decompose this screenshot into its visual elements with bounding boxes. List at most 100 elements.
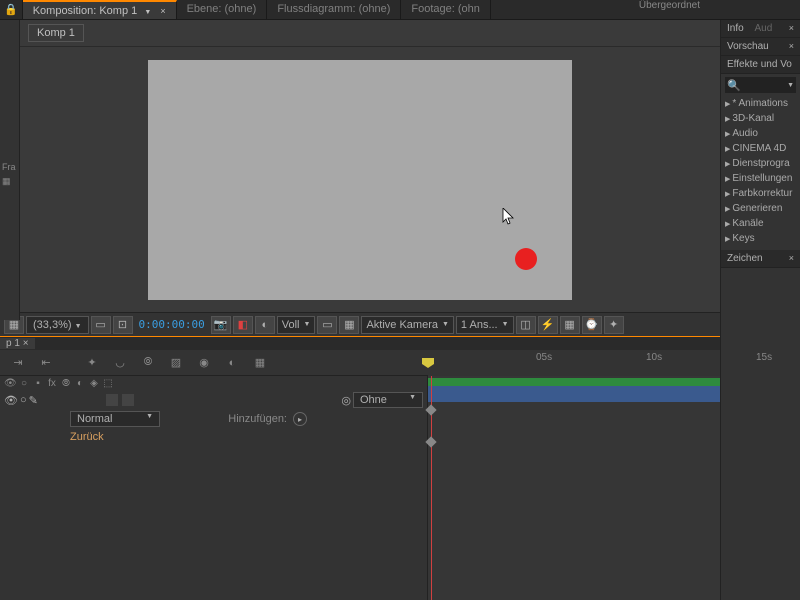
pen-icon[interactable]: ✎ — [29, 394, 38, 407]
category-kanale[interactable]: ▶Kanäle — [721, 216, 800, 231]
right-panels: Info× Aud Vorschau× Effekte und Vo 🔍▼ ▶*… — [720, 20, 800, 600]
category-animations[interactable]: ▶* Animations — [721, 96, 800, 111]
close-icon[interactable]: × — [160, 6, 165, 16]
close-icon[interactable]: × — [23, 338, 29, 349]
tab-footage[interactable]: Footage: (ohn — [401, 0, 491, 19]
composition-viewer[interactable] — [0, 47, 720, 312]
refresh-icon[interactable]: ✦ — [604, 316, 624, 334]
tool-blur-icon[interactable]: ⦾ — [138, 353, 158, 373]
time-ruler[interactable]: 05s 10s 15s — [428, 350, 720, 376]
tab-flowchart[interactable]: Flussdiagramm: (ohne) — [267, 0, 401, 19]
pickwhip-icon[interactable]: ◎ — [341, 394, 351, 407]
canvas[interactable] — [148, 60, 572, 300]
panel-effects[interactable]: Effekte und Vo — [721, 56, 800, 74]
timeline-tools: ⇥ ⇤ ✦ ◡ ⦾ ▨ ◉ ◐ ▦ 05s 10s 15s — [0, 350, 720, 376]
tool-shy-icon[interactable]: ◡ — [110, 353, 130, 373]
property-row[interactable]: Zurück — [0, 429, 427, 445]
tool-expand-icon[interactable]: ⇥ — [8, 353, 28, 373]
tool-motion-icon[interactable]: ◐ — [222, 353, 242, 373]
category-audio[interactable]: ▶Audio — [721, 126, 800, 141]
fast-icon[interactable]: ⚡ — [538, 316, 558, 334]
category-dienst[interactable]: ▶Dienstprogra — [721, 156, 800, 171]
lock-col-icon[interactable]: ▪ — [32, 378, 44, 389]
category-einstellungen[interactable]: ▶Einstellungen — [721, 171, 800, 186]
parent-dropdown[interactable]: ◎ Ohne▼ — [341, 392, 423, 408]
timecode[interactable]: 0:00:00:00 — [135, 318, 209, 331]
viewer-toolbar: ▦ (33,3%) ▼ ▭ ⊡ 0:00:00:00 📷 ◧ ◐ Voll▼ ▭… — [0, 312, 720, 336]
shape-red-circle[interactable] — [515, 248, 537, 270]
panel-info[interactable]: Info× Aud — [721, 20, 800, 38]
rect-icon[interactable]: ▭ — [91, 316, 111, 334]
adj-col-icon[interactable]: ◐ — [74, 378, 86, 389]
category-generieren[interactable]: ▶Generieren — [721, 201, 800, 216]
eye-icon[interactable]: 👁 — [4, 394, 18, 407]
swatch[interactable] — [106, 394, 118, 406]
category-cinema4d[interactable]: ▶CINEMA 4D — [721, 141, 800, 156]
category-keys[interactable]: ▶Keys — [721, 231, 800, 246]
comp-breadcrumb: Komp 1 — [20, 20, 720, 47]
timeline-tracks[interactable] — [428, 376, 720, 600]
ruler-tick: 15s — [756, 352, 772, 363]
tool-star-icon[interactable]: ✦ — [82, 353, 102, 373]
timeline-panel: ⇥ ⇤ ✦ ◡ ⦾ ▨ ◉ ◐ ▦ 05s 10s 15s — [0, 350, 720, 600]
tool-blend-icon[interactable]: ◉ — [194, 353, 214, 373]
tab-label: Komposition: Komp 1 — [33, 5, 138, 17]
layer-list: 👁 ○ ▪ fx ⦾ ◐ ◈ ⬚ Übergeordnet — [0, 376, 428, 600]
roi-icon[interactable]: ▭ — [317, 316, 337, 334]
mode-row: Normal▼ Hinzufügen: ▸ — [0, 409, 427, 429]
dof-icon[interactable]: ▦ — [560, 316, 580, 334]
parent-header: Übergeordnet — [639, 0, 700, 11]
zoom-dropdown[interactable]: (33,3%) ▼ — [26, 316, 89, 334]
channel-icon[interactable]: ◧ — [233, 316, 253, 334]
search-icon: 🔍 — [727, 79, 741, 92]
camera-dropdown[interactable]: Aktive Kamera▼ — [361, 316, 453, 334]
ruler-tick: 05s — [536, 352, 552, 363]
search-input[interactable]: 🔍▼ — [725, 77, 796, 93]
views-dropdown[interactable]: 1 Ans...▼ — [456, 316, 514, 334]
solo-col-icon[interactable]: ○ — [18, 378, 30, 389]
3d-col-icon[interactable]: ◈ — [88, 378, 100, 389]
close-icon[interactable]: × — [789, 41, 794, 51]
snapshot-icon[interactable]: 📷 — [211, 316, 231, 334]
blur-col-icon[interactable]: ⦾ — [60, 378, 72, 389]
transparency-icon[interactable]: ▦ — [339, 316, 359, 334]
chevron-down-icon[interactable]: ▼ — [144, 9, 151, 16]
panel-draw[interactable]: Zeichen× — [721, 250, 800, 268]
timeline-tabs: p 1 × — [0, 336, 720, 350]
eye-col-icon[interactable]: 👁 — [4, 378, 16, 389]
timeline-tab[interactable]: p 1 × — [0, 338, 35, 349]
tool-graph-icon[interactable]: ▨ — [166, 353, 186, 373]
ruler-tick: 10s — [646, 352, 662, 363]
mask-icon[interactable]: ◐ — [255, 316, 275, 334]
resolution-dropdown[interactable]: Voll▼ — [277, 316, 316, 334]
timeline-icon[interactable]: ⌚ — [582, 316, 602, 334]
tab-composition[interactable]: Komposition: Komp 1 ▼ × — [23, 0, 177, 19]
tab-layer[interactable]: Ebene: (ohne) — [177, 0, 268, 19]
cube-col-icon[interactable]: ⬚ — [102, 378, 114, 389]
category-3d-channel[interactable]: ▶3D-Kanal — [721, 111, 800, 126]
solo-icon[interactable]: ○ — [20, 394, 27, 407]
close-icon[interactable]: × — [789, 253, 794, 263]
blend-mode-dropdown[interactable]: Normal▼ — [70, 411, 160, 427]
close-icon[interactable]: × — [789, 23, 794, 33]
layer-columns: 👁 ○ ▪ fx ⦾ ◐ ◈ ⬚ Übergeordnet — [0, 376, 427, 391]
safe-icon[interactable]: ⊡ — [113, 316, 133, 334]
swatch[interactable] — [122, 394, 134, 406]
work-area[interactable] — [428, 378, 720, 386]
layer-bar[interactable] — [428, 386, 720, 402]
lock-icon[interactable]: 🔒 — [0, 0, 23, 19]
category-farbkorrektur[interactable]: ▶Farbkorrektur — [721, 186, 800, 201]
keyframe-icon[interactable] — [425, 436, 436, 447]
tool-expand2-icon[interactable]: ⇤ — [36, 353, 56, 373]
panel-preview[interactable]: Vorschau× — [721, 38, 800, 56]
playhead[interactable] — [428, 358, 434, 368]
cursor-icon — [502, 208, 516, 229]
effects-search: 🔍▼ — [721, 74, 800, 96]
keyframe-icon[interactable] — [425, 404, 436, 415]
layer-row[interactable]: 👁 ○ ✎ ◎ Ohne▼ — [0, 391, 427, 409]
add-button[interactable]: ▸ — [293, 412, 307, 426]
fx-col-icon[interactable]: fx — [46, 378, 58, 389]
tool-brain-icon[interactable]: ▦ — [250, 353, 270, 373]
pixel-icon[interactable]: ◫ — [516, 316, 536, 334]
comp-name[interactable]: Komp 1 — [28, 24, 84, 42]
